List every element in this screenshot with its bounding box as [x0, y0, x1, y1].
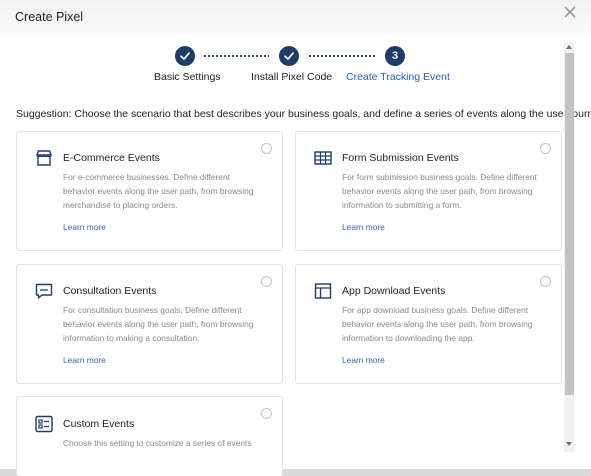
select-radio[interactable] — [540, 276, 551, 287]
step-1-complete — [175, 46, 195, 66]
step-connector — [308, 55, 376, 57]
card-description: For app download business goals. Define … — [342, 305, 533, 343]
chat-bubble-icon — [35, 283, 53, 299]
select-radio[interactable] — [261, 143, 272, 154]
custom-list-icon — [35, 415, 53, 433]
scroll-up-arrow-icon[interactable] — [566, 45, 572, 49]
select-radio[interactable] — [261, 276, 272, 287]
select-radio[interactable] — [261, 408, 272, 419]
card-description: For consultation business goals. Define … — [63, 305, 254, 343]
table-form-icon — [314, 151, 332, 165]
app-window-icon — [314, 283, 332, 299]
card-title: App Download Events — [342, 285, 446, 297]
card-description: Choose this setting to customize a serie… — [63, 438, 252, 448]
card-title: Consultation Events — [63, 285, 157, 297]
create-pixel-dialog: Create Pixel 3 Basic Settings Install Pi… — [0, 0, 591, 476]
learn-more-link[interactable]: Learn more — [342, 355, 385, 365]
dialog-title: Create Pixel — [15, 10, 84, 24]
scrollbar-thumb[interactable] — [565, 53, 574, 395]
learn-more-link[interactable]: Learn more — [63, 222, 106, 232]
card-form-submission-events[interactable]: Form Submission Events For form submissi… — [295, 131, 562, 251]
step-2-complete — [279, 46, 299, 66]
card-title: Form Submission Events — [342, 152, 459, 164]
learn-more-link[interactable]: Learn more — [342, 222, 385, 232]
card-app-download-events[interactable]: App Download Events For app download bus… — [295, 264, 562, 384]
card-ecommerce-events[interactable]: E-Commerce Events For e-commerce busines… — [16, 131, 283, 251]
step-label-create-tracking-event: Create Tracking Event — [346, 71, 450, 83]
card-custom-events[interactable]: Custom Events Choose this setting to cus… — [16, 396, 283, 476]
storefront-icon — [36, 150, 52, 166]
card-description: For form submission business goals. Defi… — [342, 172, 537, 210]
card-description: For e-commerce businesses. Define differ… — [63, 172, 254, 210]
suggestion-text: Suggestion: Choose the scenario that bes… — [16, 108, 591, 120]
card-consultation-events[interactable]: Consultation Events For consultation bus… — [16, 264, 283, 384]
card-title: E-Commerce Events — [63, 152, 160, 164]
check-icon — [180, 52, 190, 60]
learn-more-link[interactable]: Learn more — [63, 355, 106, 365]
step-label-install-pixel-code: Install Pixel Code — [251, 71, 333, 83]
close-icon[interactable] — [562, 4, 578, 20]
step-label-basic-settings: Basic Settings — [154, 71, 221, 83]
dialog-header: Create Pixel — [0, 0, 591, 36]
check-icon — [284, 52, 294, 60]
select-radio[interactable] — [540, 143, 551, 154]
card-title: Custom Events — [63, 418, 135, 430]
step-3-number: 3 — [385, 46, 405, 66]
scroll-down-arrow-icon[interactable] — [566, 442, 572, 446]
step-connector — [203, 55, 269, 57]
